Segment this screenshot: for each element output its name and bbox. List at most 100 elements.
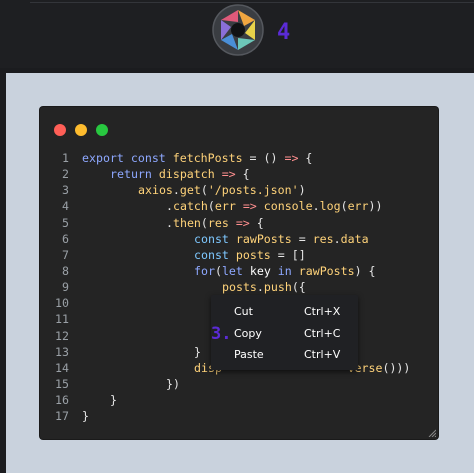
code-token: { bbox=[298, 151, 313, 165]
code-token: axios bbox=[138, 183, 173, 198]
code-token: dispatch bbox=[158, 167, 215, 182]
line-number: 13 bbox=[55, 344, 69, 359]
menu-item-shortcut: Ctrl+X bbox=[304, 305, 341, 318]
code-token: ( bbox=[340, 199, 348, 214]
code-text: }) bbox=[166, 376, 180, 392]
close-window-dot[interactable] bbox=[54, 124, 66, 136]
code-line: 4 .catch(err => console.log(err)) bbox=[40, 198, 438, 214]
code-token: . bbox=[166, 215, 173, 230]
code-line: 6 const rawPosts = res.data bbox=[40, 231, 438, 247]
code-text: export const fetchPosts = () => { bbox=[82, 150, 312, 166]
code-token: => bbox=[235, 215, 250, 230]
code-text: const rawPosts = res.data bbox=[194, 231, 369, 247]
code-text: } bbox=[194, 344, 201, 360]
code-token: ( bbox=[214, 263, 222, 278]
code-token: return bbox=[110, 167, 159, 182]
code-line: 2 return dispatch => { bbox=[40, 166, 438, 182]
code-token: ({ bbox=[291, 280, 306, 295]
code-text: const posts = [] bbox=[194, 247, 306, 263]
code-token: export bbox=[82, 151, 131, 165]
code-token: catch bbox=[172, 199, 208, 214]
code-text: for(let key in rawPosts) { bbox=[194, 263, 376, 279]
code-token: ( bbox=[200, 215, 208, 230]
code-token: posts bbox=[235, 247, 271, 262]
line-number: 3 bbox=[62, 183, 69, 198]
code-token: key bbox=[249, 263, 271, 278]
code-line: 1 export const fetchPosts = () => { bbox=[40, 150, 438, 166]
code-editor[interactable]: 1 export const fetchPosts = () => {2 retur… bbox=[40, 150, 438, 424]
code-token: = [] bbox=[270, 247, 306, 262]
code-token: rawPosts bbox=[298, 263, 355, 278]
code-line: 3 axios.get('/posts.json') bbox=[40, 182, 438, 198]
code-token: posts bbox=[222, 280, 257, 295]
line-number: 17 bbox=[55, 409, 69, 424]
menu-item-cut[interactable]: Cut Ctrl+X bbox=[211, 301, 358, 322]
code-token: log bbox=[319, 199, 341, 214]
line-number: 16 bbox=[55, 393, 69, 408]
code-token: ( bbox=[207, 199, 215, 214]
menu-item-copy[interactable]: Copy Ctrl+C bbox=[211, 323, 358, 344]
code-token: const bbox=[194, 247, 236, 262]
context-menu: Cut Ctrl+X Copy Ctrl+C Paste Ctrl+V bbox=[211, 295, 358, 370]
code-text: axios.get('/posts.json') bbox=[138, 182, 306, 198]
code-token: } bbox=[194, 344, 201, 359]
code-text: return dispatch => { bbox=[110, 166, 250, 182]
code-token: . bbox=[172, 183, 180, 198]
maximize-window-dot[interactable] bbox=[96, 124, 108, 136]
code-token: rawPosts bbox=[235, 231, 292, 246]
code-token: = bbox=[291, 231, 313, 246]
menu-item-paste[interactable]: Paste Ctrl+V bbox=[211, 344, 358, 365]
code-text: posts.push({ bbox=[222, 279, 306, 295]
code-text: } bbox=[110, 392, 117, 408]
line-number: 11 bbox=[55, 312, 69, 327]
code-token: . bbox=[333, 231, 341, 246]
line-number: 12 bbox=[55, 328, 69, 343]
code-token: const bbox=[130, 151, 173, 165]
code-token: res bbox=[312, 231, 334, 246]
top-bar: 4 bbox=[0, 0, 474, 68]
code-token: data bbox=[340, 231, 369, 246]
code-token: console bbox=[263, 199, 313, 214]
code-token: get bbox=[179, 183, 201, 198]
code-token: }) bbox=[166, 376, 180, 391]
code-token: . bbox=[312, 199, 320, 214]
code-token: ( bbox=[200, 183, 208, 198]
line-number: 4 bbox=[62, 199, 69, 214]
code-token: ) bbox=[298, 183, 306, 198]
aperture-logo-icon bbox=[212, 4, 264, 56]
code-token: err bbox=[214, 199, 236, 214]
code-token: push bbox=[263, 280, 292, 295]
line-number: 10 bbox=[55, 296, 69, 311]
line-number: 6 bbox=[62, 231, 69, 246]
code-token: fetchPosts bbox=[172, 151, 243, 165]
code-token: const bbox=[194, 231, 236, 246]
code-token: then bbox=[172, 215, 201, 230]
code-token: in bbox=[277, 263, 299, 278]
code-token: res bbox=[207, 215, 229, 230]
line-number: 8 bbox=[62, 263, 69, 278]
menu-item-label: Copy bbox=[234, 327, 262, 340]
code-token: } bbox=[110, 393, 117, 408]
code-token: { bbox=[235, 167, 250, 182]
code-token: . bbox=[256, 280, 264, 295]
code-line: 15}) bbox=[40, 376, 438, 392]
code-token: } bbox=[82, 409, 89, 424]
line-number: 9 bbox=[62, 280, 69, 295]
code-token: ) { bbox=[354, 263, 376, 278]
minimize-window-dot[interactable] bbox=[75, 124, 87, 136]
menu-item-shortcut: Ctrl+C bbox=[304, 327, 341, 340]
menu-step-marker: 3. bbox=[211, 324, 232, 344]
resize-handle-icon[interactable] bbox=[428, 429, 436, 437]
code-token: let bbox=[221, 263, 250, 278]
code-token: => bbox=[284, 151, 299, 165]
code-line: 8 for(let key in rawPosts) { bbox=[40, 263, 438, 279]
menu-item-shortcut: Ctrl+V bbox=[304, 348, 341, 361]
code-token: err bbox=[347, 199, 369, 214]
line-number: 14 bbox=[55, 360, 69, 375]
line-number: 5 bbox=[62, 215, 69, 230]
code-token: )) bbox=[368, 199, 383, 214]
